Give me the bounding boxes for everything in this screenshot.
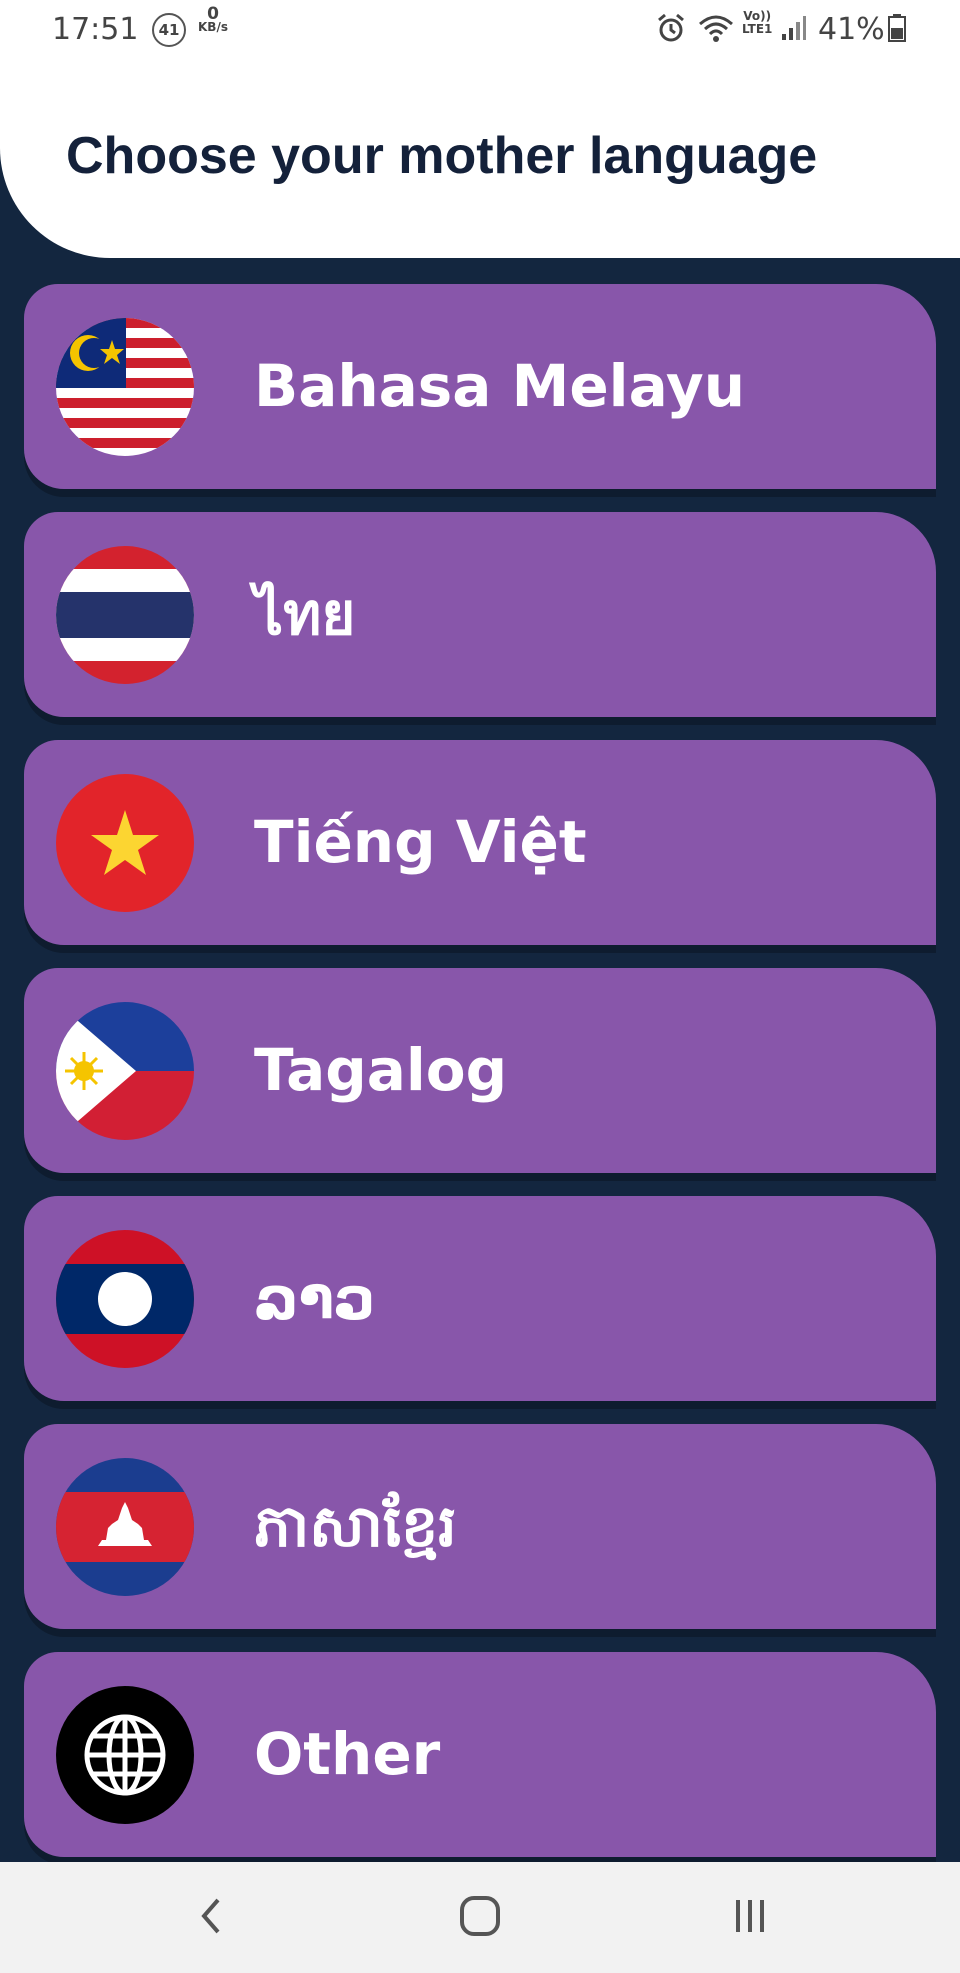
battery-percent: 41% [818,12,885,47]
vietnam-flag-icon [56,774,194,912]
language-label: ไทย [254,580,356,648]
language-label: ລາວ [254,1264,376,1332]
language-option-lao[interactable]: ລາວ [24,1196,936,1401]
signal-icon [780,14,806,46]
language-option-malay[interactable]: Bahasa Melayu [24,284,936,489]
malaysia-flag-icon [56,318,194,456]
page-title: Choose your mother language [66,127,818,185]
network-speed-unit: KB/s [198,20,228,34]
wifi-icon [696,12,736,48]
network-speed: 0 KB/s [198,6,228,34]
language-option-khmer[interactable]: ភាសាខ្មែរ [24,1424,936,1629]
recents-button[interactable] [690,1862,810,1973]
philippines-flag-icon [56,1002,194,1140]
thailand-flag-icon [56,546,194,684]
network-type: Vo)) LTE1 [742,10,772,36]
cambodia-flag-icon [56,1458,194,1596]
language-label: Bahasa Melayu [254,352,746,420]
language-option-tagalog[interactable]: Tagalog [24,968,936,1173]
laos-flag-icon [56,1230,194,1368]
globe-icon [56,1686,194,1824]
battery-icon [888,14,906,46]
language-label: Tiếng Việt [254,808,587,876]
language-label: Tagalog [254,1036,508,1104]
language-label: ភាសាខ្មែរ [254,1492,457,1560]
language-option-vietnamese[interactable]: Tiếng Việt [24,740,936,945]
notification-count-badge: 41 [152,13,186,47]
back-button[interactable] [152,1862,272,1973]
language-option-other[interactable]: Other [24,1652,936,1857]
language-label: Other [254,1720,441,1788]
home-button[interactable] [420,1862,540,1973]
alarm-icon [655,12,687,48]
lte-label: LTE1 [742,22,773,36]
status-bar: 17:51 41 0 KB/s Vo)) LTE1 41% [0,0,960,60]
system-nav-bar [0,1862,960,1973]
status-time: 17:51 [52,12,139,47]
language-option-thai[interactable]: ไทย [24,512,936,717]
